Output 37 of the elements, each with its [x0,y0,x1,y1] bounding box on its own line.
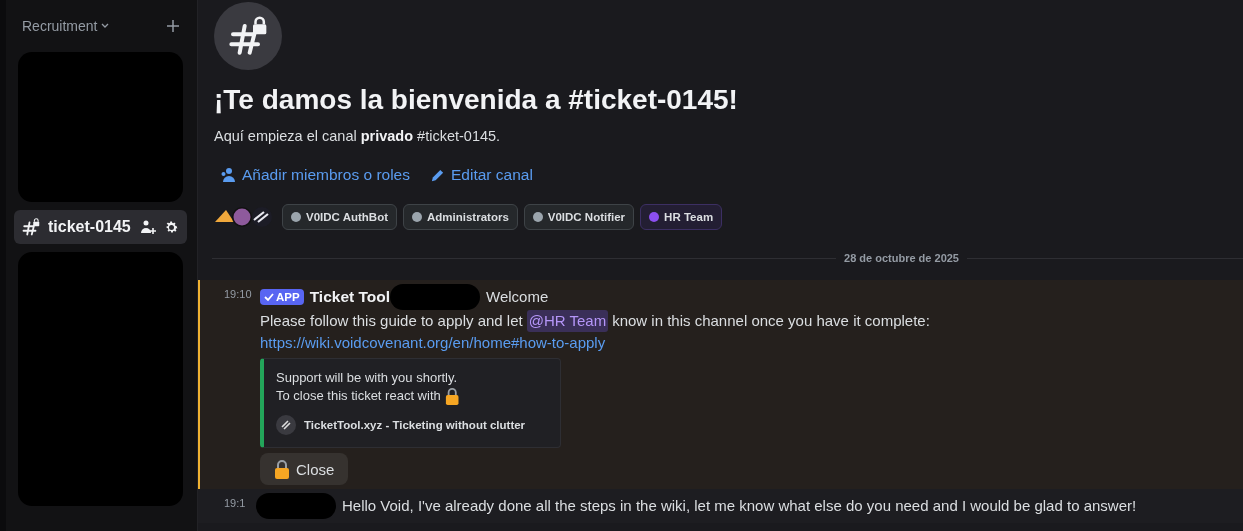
role-tag[interactable]: V0IDC AuthBot [282,204,397,230]
message-title: Welcome [486,287,549,307]
author-name[interactable]: Ticket Tool [309,286,391,308]
role-tag[interactable]: V0IDC Notifier [523,204,635,230]
message-text: know in this channel once you have it complete: [612,311,930,331]
wiki-link[interactable]: https://wiki.voidcovenant.org/en/home#how-to-apply [260,332,606,354]
welcome-subtitle: Aquí empieza el canal privado #ticket-0145. [214,128,502,144]
settings-icon[interactable] [164,219,179,235]
category-header[interactable]: Recruitment [22,18,110,34]
padlock-icon [444,387,460,405]
close-button[interactable]: Close [260,453,349,485]
role-tag[interactable]: Administrators [403,204,518,230]
timestamp: 19:10 [224,287,252,302]
ticket-logo-icon [276,415,296,435]
welcome-title: ¡Te damos la bienvenida a #ticket-0145! [214,84,739,116]
check-icon [264,292,274,302]
chevron-down-icon [101,23,110,29]
add-member-icon[interactable] [140,219,156,235]
message-text: Please follow this guide to apply and let [260,311,523,331]
edit-channel-link[interactable]: Editar canal [430,166,533,184]
pencil-icon [430,167,445,183]
embed-text: Support will be with you shortly. [276,369,458,387]
plus-icon[interactable] [167,20,179,32]
message-text: Hello Void, I've already done all the steps in the wiki, let me know what else do you need and I would be glad to answer! [342,496,1137,516]
embed-footer: TicketTool.xyz - Ticketing without clutter [304,416,526,434]
timestamp: 19:1 [224,496,247,511]
add-members-link[interactable]: Añadir miembros o roles [220,166,410,184]
people-icon [220,167,236,183]
private-channel-icon [228,16,268,56]
role-mention[interactable]: @HR Team [526,310,609,332]
channel-item[interactable]: ticket-0145 [14,210,187,244]
date-divider: 28 de octubre de 2025 [844,252,959,264]
role-tag[interactable]: HR Team [640,204,723,230]
padlock-icon [274,459,290,479]
embed-text: To close this ticket react with [276,387,441,405]
app-badge: APP [260,289,304,305]
private-channel-icon [22,218,40,236]
